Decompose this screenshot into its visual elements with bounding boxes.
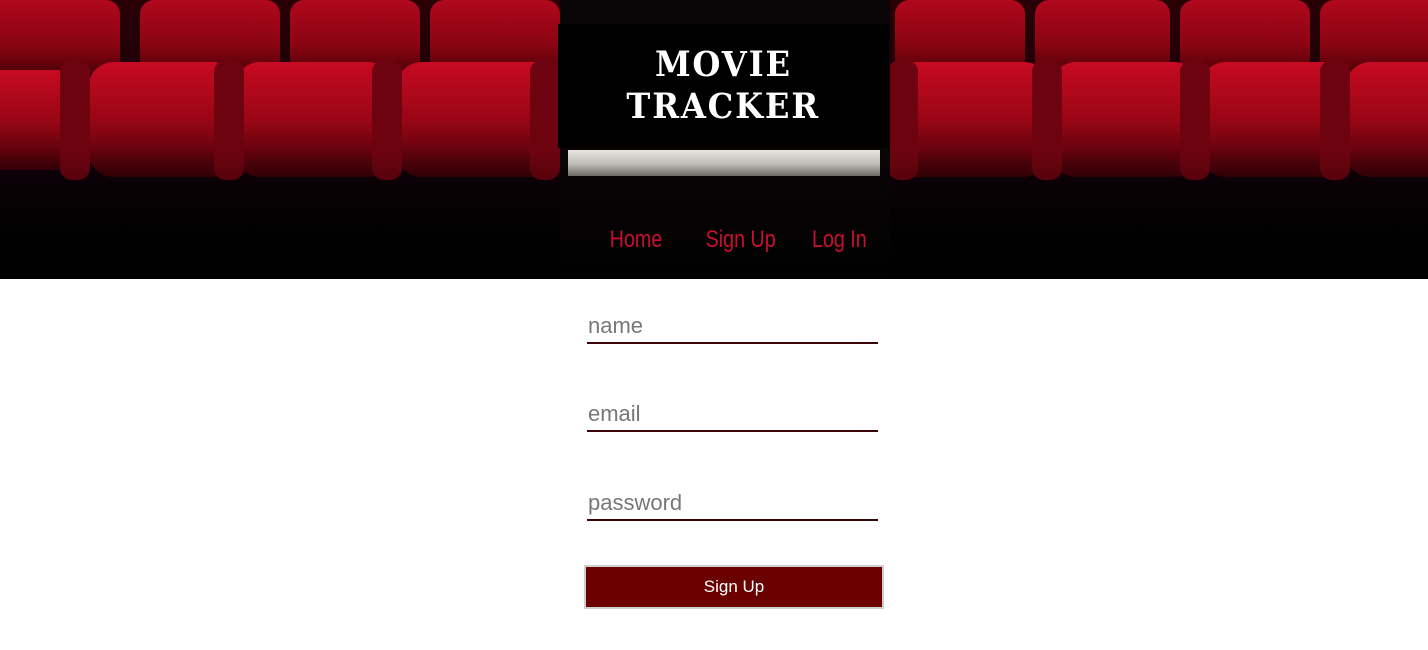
password-field-wrapper xyxy=(587,477,878,521)
hero-header: MOVIE TRACKER Home Sign Up Log In xyxy=(0,0,1428,279)
email-input[interactable] xyxy=(587,388,878,432)
name-input[interactable] xyxy=(587,300,878,344)
main-nav: Home Sign Up Log In xyxy=(0,222,1428,258)
logo-text-line-1: MOVIE xyxy=(655,44,792,85)
password-input[interactable] xyxy=(587,477,878,521)
nav-link-home[interactable]: Home xyxy=(610,222,663,258)
email-field-wrapper xyxy=(587,388,878,432)
name-field-wrapper xyxy=(587,300,878,344)
site-logo[interactable]: MOVIE TRACKER xyxy=(558,24,889,148)
nav-link-log-in[interactable]: Log In xyxy=(812,222,867,258)
logo-text-line-2: TRACKER xyxy=(626,86,821,127)
sign-up-button[interactable]: Sign Up xyxy=(584,565,884,609)
nav-link-sign-up[interactable]: Sign Up xyxy=(706,222,776,258)
aisle-step xyxy=(568,150,880,176)
